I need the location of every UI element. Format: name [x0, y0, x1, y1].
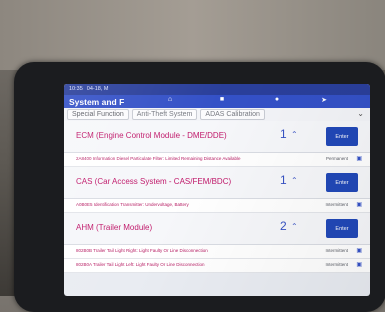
fault-row: 802B0A Trailer Tail Light Left: Light Fa…: [64, 259, 370, 273]
user-icon[interactable]: ●: [271, 96, 283, 103]
fault-count: 1: [280, 173, 287, 187]
fault-row: 802B0B Trailer Tail Light Right: Light F…: [64, 245, 370, 259]
status-date: 04-18, M: [86, 86, 109, 92]
fault-status: Intermittent: [325, 202, 348, 207]
enter-button[interactable]: Enter: [326, 219, 358, 238]
chevron-up-icon[interactable]: ⌃: [291, 222, 298, 231]
fault-description: 2A8400 Information Diesel Particulate Fi…: [76, 156, 241, 161]
fault-status: Permanent: [325, 156, 348, 161]
header-bar: System and F ⌂ ■ ● ➤: [64, 95, 370, 108]
tab-special-function[interactable]: Special Function: [67, 109, 129, 120]
fault-count: 2: [280, 219, 287, 233]
page-title: System and F: [69, 96, 125, 107]
module-name: ECM (Engine Control Module - DME/DDE): [76, 131, 227, 140]
arrow-icon[interactable]: ➤: [318, 96, 330, 104]
function-tabs: Special Function Anti-Theft System ADAS …: [64, 108, 370, 121]
tablet-screen: 10:35 04-18, M System and F ⌂ ■ ● ➤ Spec…: [64, 84, 370, 296]
module-row-ahm[interactable]: AHM (Trailer Module) 2 ⌃ Enter: [64, 213, 370, 245]
module-list: ECM (Engine Control Module - DME/DDE) 1 …: [64, 121, 370, 273]
status-bar: 10:35 04-18, M: [64, 84, 370, 95]
info-icon[interactable]: ▣: [356, 261, 362, 268]
fault-count: 1: [280, 127, 287, 141]
info-icon[interactable]: ▣: [356, 201, 362, 208]
module-row-ecm[interactable]: ECM (Engine Control Module - DME/DDE) 1 …: [64, 121, 370, 153]
fault-status: Intermittent: [325, 248, 348, 253]
fault-description: A0B0E5 Identification Transmitter: Under…: [76, 202, 189, 207]
tab-anti-theft-system[interactable]: Anti-Theft System: [131, 109, 198, 120]
fault-description: 802B0B Trailer Tail Light Right: Light F…: [76, 248, 208, 253]
module-row-cas[interactable]: CAS (Car Access System - CAS/FEM/BDC) 1 …: [64, 167, 370, 199]
module-name: AHM (Trailer Module): [76, 223, 153, 232]
enter-button[interactable]: Enter: [326, 173, 358, 192]
chevron-up-icon[interactable]: ⌃: [291, 130, 298, 139]
status-time: 10:35: [69, 86, 83, 92]
fault-row: 2A8400 Information Diesel Particulate Fi…: [64, 153, 370, 167]
tab-adas-calibration[interactable]: ADAS Calibration: [200, 109, 265, 120]
background-wall: [0, 0, 385, 70]
document-icon[interactable]: ■: [216, 96, 228, 103]
fault-description: 802B0A Trailer Tail Light Left: Light Fa…: [76, 262, 205, 267]
fault-row: A0B0E5 Identification Transmitter: Under…: [64, 199, 370, 213]
fault-status: Intermittent: [325, 262, 348, 267]
enter-button[interactable]: Enter: [326, 127, 358, 146]
home-icon[interactable]: ⌂: [164, 96, 176, 103]
info-icon[interactable]: ▣: [356, 155, 362, 162]
chevron-down-icon[interactable]: ⌄: [357, 109, 364, 118]
info-icon[interactable]: ▣: [356, 247, 362, 254]
module-name: CAS (Car Access System - CAS/FEM/BDC): [76, 177, 232, 186]
chevron-up-icon[interactable]: ⌃: [291, 176, 298, 185]
